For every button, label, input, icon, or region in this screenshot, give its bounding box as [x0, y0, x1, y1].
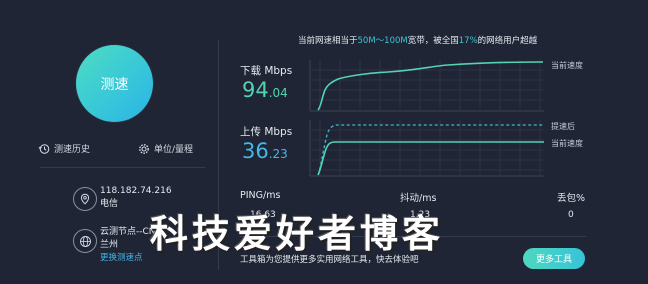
watermark: 科技爱好者博客: [150, 211, 445, 256]
node-label: 云测节点--CN: [100, 227, 156, 237]
gear-icon: [139, 143, 149, 154]
packet-loss-value: 0: [568, 210, 574, 220]
location-icon: [73, 187, 97, 211]
upload-legend-boost: 提速后: [551, 122, 575, 131]
upload-legend-current: 当前速度: [551, 139, 583, 148]
history-link[interactable]: 测速历史: [38, 142, 90, 155]
jitter-label: 抖动/ms: [400, 193, 437, 204]
unit-range-link[interactable]: 单位/量程: [138, 142, 193, 155]
start-test-button[interactable]: 测速: [76, 45, 153, 122]
ip-address: 118.182.74.216: [100, 186, 172, 196]
download-legend-current: 当前速度: [551, 61, 583, 70]
more-tools-button[interactable]: 更多工具: [523, 248, 585, 269]
unit-range-label: 单位/量程: [154, 145, 194, 155]
speed-charts: [309, 60, 544, 177]
speed-summary: 当前网速相当于50M～100M宽带，被全国17%的网络用户超越: [298, 36, 538, 46]
left-divider: [40, 167, 205, 168]
upload-value: 36.23: [242, 139, 288, 163]
change-node-link[interactable]: 更换测速点: [100, 252, 156, 265]
download-value: 94.04: [242, 78, 288, 102]
upload-label: 上传 Mbps: [240, 126, 293, 138]
globe-icon: [73, 229, 97, 253]
download-curve: [317, 61, 544, 111]
bandwidth-range: 50M～100M: [357, 36, 408, 46]
node-city: 兰州: [100, 240, 119, 250]
packet-loss-label: 丢包%: [557, 193, 586, 204]
history-icon: [38, 143, 50, 154]
percentile: 17%: [458, 36, 478, 46]
download-label: 下载 Mbps: [240, 65, 293, 77]
upload-chart-grid: [309, 120, 544, 177]
ping-label: PING/ms: [240, 190, 281, 201]
history-label: 测速历史: [54, 145, 91, 155]
